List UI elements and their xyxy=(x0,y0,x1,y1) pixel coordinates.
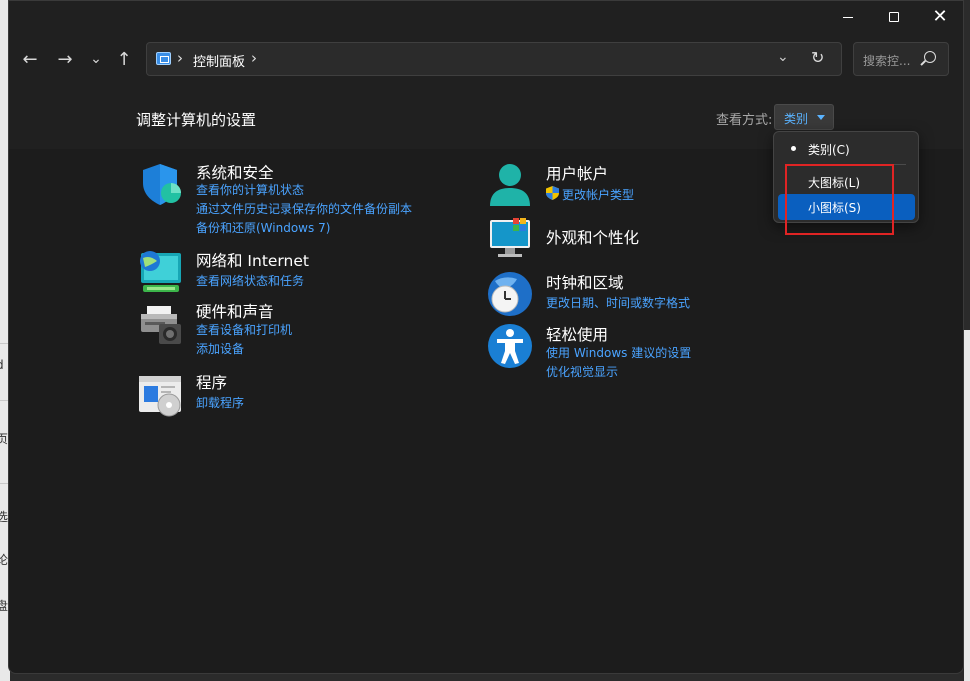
control-panel-icon xyxy=(156,52,171,65)
maximize-button[interactable] xyxy=(871,1,917,33)
selected-dot-icon xyxy=(791,146,796,151)
breadcrumb-control-panel[interactable]: 控制面板 xyxy=(193,51,245,70)
category-link[interactable]: 优化视觉显示 xyxy=(546,363,618,380)
page-title: 调整计算机的设置 xyxy=(136,111,257,129)
shield-icon[interactable] xyxy=(137,161,183,207)
minimize-icon xyxy=(843,16,853,18)
search-icon[interactable] xyxy=(924,51,936,63)
recent-locations-button[interactable]: ⌄ xyxy=(82,45,110,73)
arrow-right-icon: → xyxy=(57,48,73,70)
accessibility-icon[interactable] xyxy=(487,323,533,369)
category-title[interactable]: 系统和安全 xyxy=(196,161,274,183)
breadcrumb-separator[interactable]: › xyxy=(251,49,257,67)
programs-icon[interactable] xyxy=(137,371,183,417)
view-by-dropdown[interactable]: 类别 xyxy=(774,104,834,130)
navigation-bar: ← → ⌄ ↑ › 控制面板 › ⌄ ↻ 搜索控... xyxy=(9,33,963,87)
category-title[interactable]: 轻松使用 xyxy=(546,323,608,345)
category-title[interactable]: 用户帐户 xyxy=(546,162,608,184)
search-input[interactable]: 搜索控... xyxy=(863,52,910,69)
annotation-highlight-box xyxy=(785,164,894,235)
category-link[interactable]: 查看网络状态和任务 xyxy=(196,272,304,289)
up-button[interactable]: ↑ xyxy=(110,45,138,73)
title-bar: ✕ xyxy=(9,1,963,33)
printer-icon[interactable] xyxy=(137,300,183,346)
address-dropdown-icon[interactable]: ⌄ xyxy=(777,49,789,65)
category-title[interactable]: 网络和 Internet xyxy=(196,249,309,271)
menu-item-label: 类别(C) xyxy=(808,143,850,157)
category-title[interactable]: 硬件和声音 xyxy=(196,300,274,322)
maximize-icon xyxy=(889,12,899,22)
arrow-left-icon: ← xyxy=(22,48,38,70)
caret-down-icon xyxy=(817,115,825,120)
close-button[interactable]: ✕ xyxy=(917,1,963,33)
uac-shield-icon xyxy=(546,186,559,200)
user-icon[interactable] xyxy=(487,162,533,208)
category-link[interactable]: 备份和还原(Windows 7) xyxy=(196,219,330,236)
breadcrumb-separator: › xyxy=(177,49,183,67)
back-button[interactable]: ← xyxy=(16,45,44,73)
category-link[interactable]: 查看设备和打印机 xyxy=(196,321,292,338)
category-title[interactable]: 时钟和区域 xyxy=(546,271,624,293)
globe-network-icon[interactable] xyxy=(137,249,183,295)
search-box[interactable]: 搜索控... xyxy=(853,42,949,76)
address-bar[interactable]: › 控制面板 › ⌄ ↻ xyxy=(146,42,842,76)
category-link[interactable]: 更改帐户类型 xyxy=(562,186,634,203)
clock-globe-icon[interactable] xyxy=(487,271,533,317)
close-icon: ✕ xyxy=(932,6,948,27)
category-link[interactable]: 卸载程序 xyxy=(196,394,244,411)
category-link[interactable]: 更改日期、时间或数字格式 xyxy=(546,294,690,311)
monitor-icon[interactable] xyxy=(487,216,533,262)
minimize-button[interactable] xyxy=(825,1,871,33)
menu-item-category[interactable]: 类别(C) xyxy=(778,136,915,162)
background-window-strip xyxy=(964,330,970,681)
category-title[interactable]: 程序 xyxy=(196,371,227,393)
view-by-value: 类别 xyxy=(784,112,809,126)
chevron-down-icon: ⌄ xyxy=(90,51,102,67)
category-link[interactable]: 通过文件历史记录保存你的文件备份副本 xyxy=(196,200,412,217)
category-title[interactable]: 外观和个性化 xyxy=(546,226,639,248)
refresh-icon[interactable]: ↻ xyxy=(811,48,824,67)
view-by-label: 查看方式: xyxy=(716,113,773,128)
category-link[interactable]: 使用 Windows 建议的设置 xyxy=(546,344,691,361)
control-panel-window: ✕ ← → ⌄ ↑ › 控制面板 › ⌄ ↻ 搜索控... 调整计算机的设置 查… xyxy=(8,0,964,674)
arrow-up-icon: ↑ xyxy=(116,48,132,70)
category-link[interactable]: 添加设备 xyxy=(196,340,244,357)
forward-button[interactable]: → xyxy=(51,45,79,73)
category-link[interactable]: 查看你的计算机状态 xyxy=(196,181,304,198)
